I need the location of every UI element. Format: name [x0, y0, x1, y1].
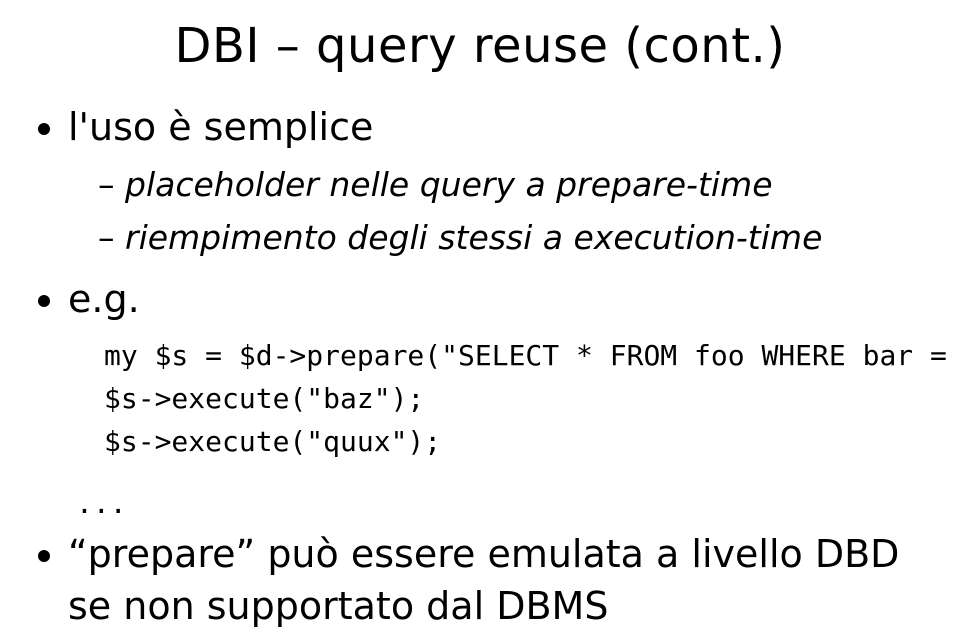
sub-bullet-placeholder: placeholder nelle query a prepare-time — [98, 163, 920, 208]
bullet-usage: l'uso è semplice placeholder nelle query… — [68, 102, 920, 260]
slide-title: DBI – query reuse (cont.) — [40, 18, 920, 74]
ellipsis-line: ... — [76, 482, 920, 525]
bullet-list: l'uso è semplice placeholder nelle query… — [40, 102, 920, 464]
slide: DBI – query reuse (cont.) l'uso è sempli… — [0, 0, 960, 631]
bullet-usage-text: l'uso è semplice — [68, 105, 373, 149]
bullet-example-text: e.g. — [68, 277, 140, 321]
code-line-1: my $s = $d->prepare("SELECT * FROM foo W… — [104, 334, 920, 377]
bullet-prepare-emulated: “prepare” può essere emulata a livello D… — [68, 529, 920, 631]
bullet-example: e.g. my $s = $d->prepare("SELECT * FROM … — [68, 274, 920, 463]
code-block: my $s = $d->prepare("SELECT * FROM foo W… — [104, 334, 920, 464]
sub-bullet-list: placeholder nelle query a prepare-time r… — [68, 163, 920, 260]
code-line-2: $s->execute("baz"); — [104, 377, 920, 420]
sub-bullet-fill: riempimento degli stessi a execution-tim… — [98, 216, 920, 261]
bullet-list-continued: “prepare” può essere emulata a livello D… — [40, 529, 920, 631]
code-line-3: $s->execute("quux"); — [104, 420, 920, 463]
